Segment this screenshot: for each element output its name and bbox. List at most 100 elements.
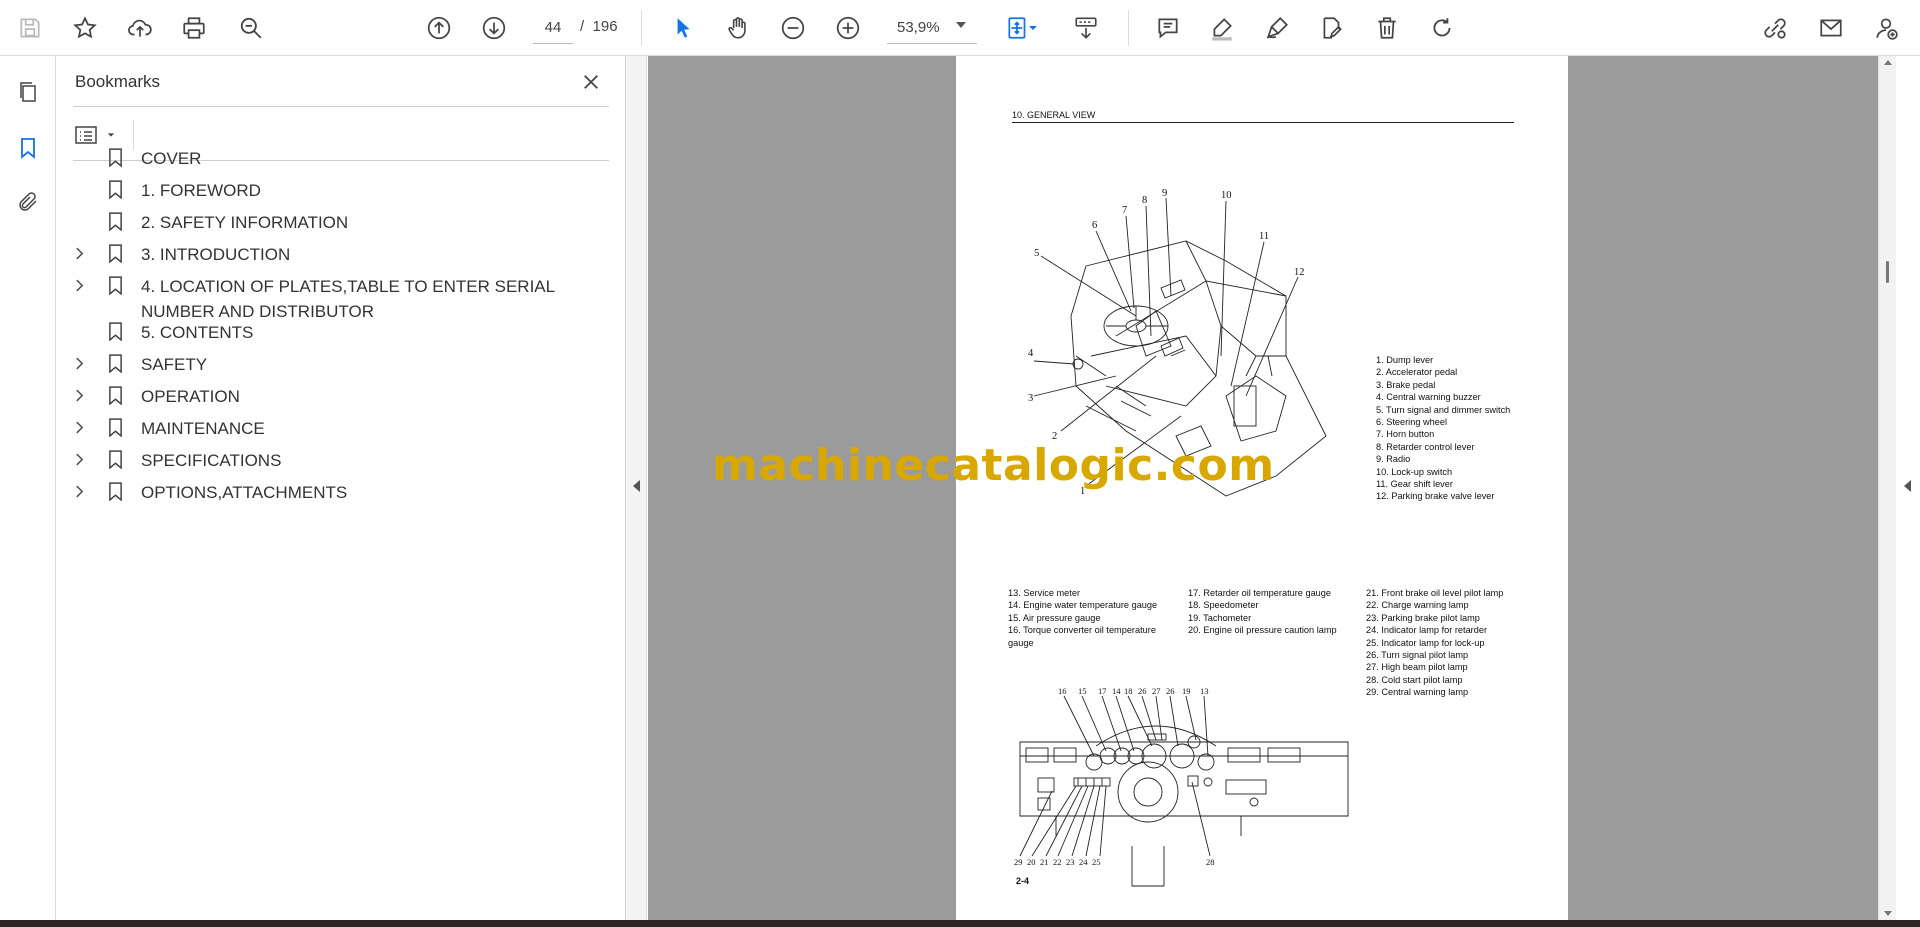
expand-right-pane-arrow-icon[interactable] [1904, 480, 1911, 492]
bookmark-item[interactable]: SAFETY [57, 352, 617, 377]
bookmark-item[interactable]: 1. FOREWORD [57, 178, 617, 203]
delete-trash-icon[interactable] [1369, 10, 1405, 46]
callout-27: 27 [1152, 686, 1161, 696]
previous-page-icon[interactable] [421, 10, 457, 46]
scroll-up-arrow-icon[interactable] [1884, 60, 1892, 65]
highlight-pen-icon[interactable] [1204, 10, 1240, 46]
callout-21: 21 [1040, 857, 1049, 867]
print-icon[interactable] [176, 10, 212, 46]
callout-26b: 26 [1166, 686, 1175, 696]
bookmark-label: OPERATION [141, 387, 240, 406]
chevron-right-icon[interactable] [65, 242, 93, 264]
star-icon[interactable] [67, 10, 103, 46]
bookmark-icon [103, 480, 127, 502]
chevron-right-icon[interactable] [65, 448, 93, 470]
bookmark-label: 3. INTRODUCTION [141, 245, 291, 264]
chevron-right-icon[interactable] [65, 384, 93, 406]
bookmark-item[interactable]: OPTIONS,ATTACHMENTS [57, 480, 617, 505]
bookmark-item[interactable]: 3. INTRODUCTION [57, 242, 617, 267]
scroll-down-arrow-icon[interactable] [1884, 911, 1892, 916]
bookmark-item[interactable]: 5. CONTENTS [57, 320, 617, 345]
next-page-icon[interactable] [476, 10, 512, 46]
share-link-icon[interactable] [1757, 10, 1793, 46]
callout-24: 24 [1079, 857, 1088, 867]
draw-pen-icon[interactable] [1259, 10, 1295, 46]
callout-19: 19 [1182, 686, 1191, 696]
bookmark-item[interactable]: 4. LOCATION OF PLATES,TABLE TO ENTER SER… [57, 274, 617, 324]
callout-25: 25 [1092, 857, 1101, 867]
bookmark-label: COVER [141, 149, 202, 168]
divider [73, 106, 609, 107]
select-cursor-icon[interactable] [665, 10, 701, 46]
scroll-mode-icon[interactable] [1068, 10, 1104, 46]
page-total-count: 196 [592, 18, 618, 35]
edit-pdf-icon[interactable] [1314, 10, 1350, 46]
watermark-text: machinecatalogic.com [712, 440, 1275, 491]
search-zoom-icon[interactable] [233, 10, 269, 46]
bookmark-icon [103, 448, 127, 470]
save-icon[interactable] [12, 10, 48, 46]
page-number-input[interactable]: 44 [533, 12, 573, 44]
hand-tool-icon[interactable] [720, 10, 756, 46]
bookmark-item[interactable]: SPECIFICATIONS [57, 448, 617, 473]
bookmark-item[interactable]: MAINTENANCE [57, 416, 617, 441]
attachment-paperclip-icon[interactable] [12, 186, 44, 218]
chevron-right-icon[interactable] [65, 274, 93, 296]
callout-15: 15 [1078, 686, 1087, 696]
chevron-right-icon[interactable] [65, 480, 93, 502]
chevron-spacer [65, 320, 93, 342]
toolbar-divider [1128, 10, 1129, 46]
email-icon[interactable] [1813, 10, 1849, 46]
rotate-icon[interactable] [1424, 10, 1460, 46]
collapse-panel-arrow-icon[interactable] [633, 480, 640, 492]
bookmark-icon [103, 210, 127, 232]
chevron-right-icon[interactable] [65, 416, 93, 438]
callout-28: 28 [1206, 857, 1215, 867]
bookmark-icon [103, 320, 127, 342]
chevron-right-icon[interactable] [65, 352, 93, 374]
callout-20: 20 [1027, 857, 1036, 867]
bookmark-icon [103, 146, 127, 168]
callout-23: 23 [1066, 857, 1075, 867]
vertical-scrollbar[interactable] [1878, 56, 1896, 920]
zoom-in-icon[interactable] [830, 10, 866, 46]
callout-17: 17 [1098, 686, 1107, 696]
main-toolbar: 44 / 196 53,9% [0, 0, 1920, 56]
chevron-down-icon[interactable] [956, 22, 966, 28]
scrollbar-thumb[interactable] [1886, 261, 1889, 283]
bookmark-label: 5. CONTENTS [141, 323, 254, 342]
bookmark-label: OPTIONS,ATTACHMENTS [141, 483, 348, 502]
callout-22: 22 [1053, 857, 1062, 867]
bookmark-item[interactable]: COVER [57, 146, 617, 171]
page-number-label: 2-4 [1016, 876, 1030, 886]
bookmark-item[interactable]: 2. SAFETY INFORMATION [57, 210, 617, 235]
upload-cloud-icon[interactable] [122, 10, 158, 46]
comment-icon[interactable] [1150, 10, 1186, 46]
chevron-down-icon[interactable] [1026, 10, 1040, 46]
bookmarks-panel-title: Bookmarks [75, 72, 161, 91]
page-thumbnails-icon[interactable] [12, 76, 44, 108]
bookmark-item[interactable]: OPERATION [57, 384, 617, 409]
right-pane-toggle[interactable] [1897, 56, 1920, 920]
callout-18: 18 [1124, 686, 1133, 696]
zoom-level-select[interactable]: 53,9% [887, 12, 977, 44]
callout-29: 29 [1014, 857, 1023, 867]
page-separator: / [580, 18, 585, 35]
bookmark-icon [103, 416, 127, 438]
zoom-out-icon[interactable] [775, 10, 811, 46]
panel-splitter[interactable] [627, 56, 647, 920]
bookmark-label: 1. FOREWORD [141, 181, 261, 200]
bookmark-panel-icon[interactable] [12, 132, 44, 164]
user-account-icon[interactable] [1868, 10, 1904, 46]
bookmark-icon [103, 352, 127, 374]
bookmark-label: 4. LOCATION OF PLATES,TABLE TO ENTER SER… [141, 277, 555, 321]
bookmark-label: MAINTENANCE [141, 419, 265, 438]
close-icon[interactable] [577, 68, 605, 96]
callout-13: 13 [1200, 686, 1209, 696]
bookmarks-panel: Bookmarks COVER 1. FOREWORD 2. SAFETY INFO… [57, 56, 626, 920]
bookmark-icon [103, 384, 127, 406]
page-total: / 196 [580, 18, 618, 35]
bookmark-label: 2. SAFETY INFORMATION [141, 213, 349, 232]
bookmark-icon [103, 242, 127, 264]
bookmark-label: SAFETY [141, 355, 208, 374]
